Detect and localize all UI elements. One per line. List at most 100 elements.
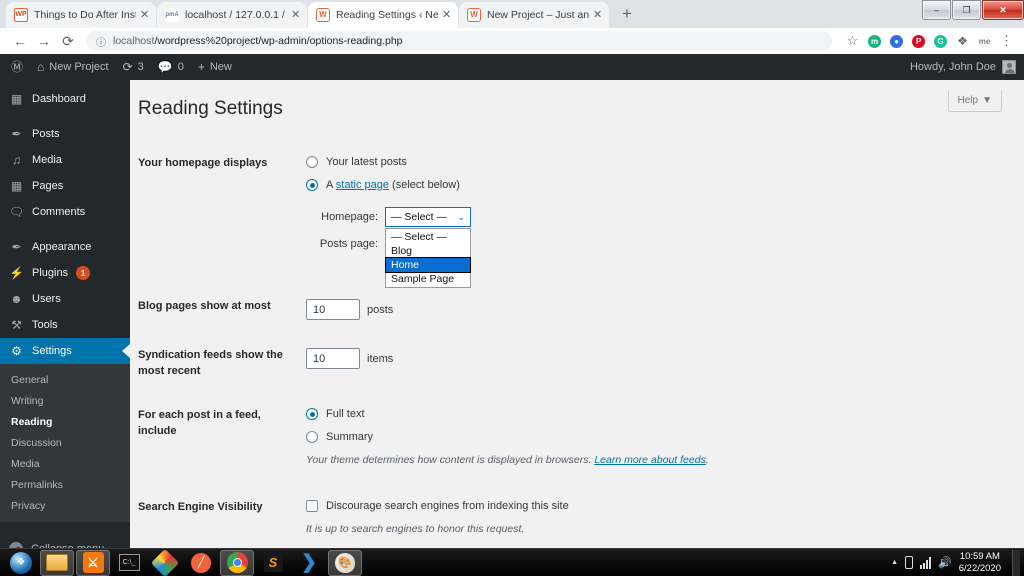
- sidebar-item-pages[interactable]: ▦ Pages: [0, 173, 130, 199]
- chevron-up-icon[interactable]: ▲: [891, 559, 898, 566]
- blog-pages-input[interactable]: 10: [306, 299, 360, 320]
- home-icon: ⌂: [37, 60, 45, 74]
- sidebar-item-dashboard[interactable]: ▦ Dashboard: [0, 86, 130, 112]
- new-tab-button[interactable]: +: [614, 1, 640, 27]
- file-explorer-icon[interactable]: [40, 549, 74, 576]
- close-icon[interactable]: ✕: [593, 10, 603, 21]
- homepage-dropdown-list[interactable]: — Select — Blog Home Sample Page: [385, 228, 471, 288]
- submenu-item-general[interactable]: General: [0, 369, 130, 390]
- sidebar-item-label: Appearance: [32, 241, 92, 253]
- close-button[interactable]: ✕: [982, 0, 1024, 20]
- site-name-menu[interactable]: ⌂ New Project: [30, 54, 116, 80]
- dropdown-option-home[interactable]: Home: [385, 257, 471, 273]
- reload-icon[interactable]: ⟳: [56, 29, 80, 53]
- submenu-item-writing[interactable]: Writing: [0, 390, 130, 411]
- radio-icon-checked[interactable]: [306, 407, 318, 420]
- chrome-menu-icon[interactable]: ⋮: [997, 32, 1016, 51]
- forward-icon[interactable]: →: [32, 29, 56, 53]
- bookmark-star-icon[interactable]: ☆: [843, 32, 862, 51]
- paint-icon[interactable]: 🎨: [328, 549, 362, 576]
- network-signal-icon[interactable]: [920, 556, 932, 569]
- volume-icon[interactable]: 🔊: [938, 556, 952, 569]
- collapse-menu-button[interactable]: ◀ Collapse menu: [0, 536, 130, 548]
- vs-code-icon[interactable]: ❯: [292, 550, 326, 576]
- sidebar-item-plugins[interactable]: ⚡ Plugins 1: [0, 260, 130, 286]
- sidebar-item-comments[interactable]: 🗨 Comments: [0, 199, 130, 225]
- checkbox-discourage-search-engines[interactable]: Discourage search engines from indexing …: [306, 499, 1024, 512]
- dropdown-option-select[interactable]: — Select —: [386, 230, 470, 244]
- taskbar-clock[interactable]: 10:59 AM 6/22/2020: [959, 551, 1001, 575]
- sublime-text-icon[interactable]: S: [256, 550, 290, 576]
- comments-menu[interactable]: 💬 0: [151, 54, 191, 80]
- homepage-select-label: Homepage:: [321, 211, 378, 223]
- row-blog-pages: Blog pages show at most 10 posts: [138, 285, 1024, 334]
- radio-icon[interactable]: [306, 430, 318, 443]
- submenu-item-media[interactable]: Media: [0, 453, 130, 474]
- extension-chat-icon[interactable]: ●: [887, 32, 906, 51]
- site-info-icon[interactable]: ⓘ: [96, 34, 106, 49]
- plus-icon: +: [197, 60, 205, 74]
- browser-tab-3[interactable]: W New Project – Just another Word ✕: [459, 2, 609, 28]
- browser-tab-1[interactable]: pmA localhost / 127.0.0.1 / laravelshop …: [157, 2, 307, 28]
- xampp-icon[interactable]: ⚔: [76, 549, 110, 576]
- syndication-input[interactable]: 10: [306, 348, 360, 369]
- wordpress-icon: W: [316, 8, 330, 22]
- google-chrome-icon[interactable]: [220, 549, 254, 576]
- show-desktop-button[interactable]: [1012, 549, 1020, 576]
- dropdown-option-blog[interactable]: Blog: [386, 244, 470, 258]
- extension-me-icon[interactable]: me: [975, 32, 994, 51]
- menu-separator: [0, 225, 130, 234]
- account-menu[interactable]: Howdy, John Doe: [910, 60, 1024, 74]
- row-search-visibility: Search Engine Visibility Discourage sear…: [138, 486, 1024, 548]
- radio-static-page[interactable]: A static page (select below): [306, 179, 1024, 191]
- browser-tab-0[interactable]: WP Things to Do After Installing Wor ✕: [6, 2, 156, 28]
- maximize-button[interactable]: ❐: [952, 0, 981, 20]
- battery-icon[interactable]: [905, 556, 914, 569]
- radio-full-text[interactable]: Full text: [306, 407, 1024, 420]
- sidebar-item-users[interactable]: ☻ Users: [0, 286, 130, 312]
- help-tab-button[interactable]: Help ▼: [947, 91, 1002, 112]
- radio-icon-checked[interactable]: [306, 179, 318, 191]
- wp-logo-menu[interactable]: Ⓜ: [4, 54, 30, 80]
- checkbox-icon[interactable]: [306, 499, 318, 512]
- updates-menu[interactable]: ⟳ 3: [116, 54, 151, 80]
- colorful-app-icon[interactable]: [148, 548, 182, 576]
- learn-more-feeds-link[interactable]: Learn more about feeds: [594, 454, 706, 466]
- submenu-item-discussion[interactable]: Discussion: [0, 432, 130, 453]
- extension-grammarly-icon[interactable]: G: [931, 32, 950, 51]
- submenu-item-privacy[interactable]: Privacy: [0, 495, 130, 516]
- minimize-button[interactable]: –: [922, 0, 951, 20]
- browser-tab-2-active[interactable]: W Reading Settings ‹ New Project – ✕: [308, 2, 458, 28]
- submenu-item-permalinks[interactable]: Permalinks: [0, 474, 130, 495]
- close-icon[interactable]: ✕: [140, 10, 150, 21]
- submenu-item-reading[interactable]: Reading: [0, 411, 130, 432]
- pinterest-icon[interactable]: P: [909, 32, 928, 51]
- address-bar[interactable]: ⓘ localhost/wordpress%20project/wp-admin…: [86, 31, 832, 51]
- static-page-link[interactable]: static page: [336, 179, 389, 191]
- start-button-icon[interactable]: ❖: [4, 550, 38, 576]
- sidebar-item-settings[interactable]: ⚙ Settings: [0, 338, 130, 364]
- sidebar-item-posts[interactable]: ✒ Posts: [0, 121, 130, 147]
- close-icon[interactable]: ✕: [442, 10, 452, 21]
- back-icon[interactable]: ←: [8, 29, 32, 53]
- extensions-puzzle-icon[interactable]: ❖: [953, 32, 972, 51]
- radio-icon[interactable]: [306, 156, 318, 168]
- dropdown-option-sample-page[interactable]: Sample Page: [386, 272, 470, 286]
- command-prompt-icon[interactable]: C:\_: [112, 550, 146, 576]
- homepage-select[interactable]: — Select — ⌄: [385, 207, 471, 227]
- search-visibility-description: It is up to search engines to honor this…: [306, 522, 525, 535]
- sidebar-item-tools[interactable]: ⚒ Tools: [0, 312, 130, 338]
- radio-summary[interactable]: Summary: [306, 430, 1024, 443]
- wordpress-logo-icon: Ⓜ: [11, 60, 24, 74]
- opera-icon[interactable]: ╱: [184, 550, 218, 576]
- extension-m-icon[interactable]: m: [865, 32, 884, 51]
- discourage-label: Discourage search engines from indexing …: [326, 499, 569, 512]
- browser-toolbar: ← → ⟳ ⓘ localhost/wordpress%20project/wp…: [0, 28, 1024, 54]
- close-icon[interactable]: ✕: [291, 10, 301, 21]
- sidebar-item-media[interactable]: ♫ Media: [0, 147, 130, 173]
- sidebar-item-label: Posts: [32, 128, 60, 140]
- label-feed-include: For each post in a feed, include: [138, 408, 261, 437]
- sidebar-item-appearance[interactable]: ✒ Appearance: [0, 234, 130, 260]
- radio-latest-posts[interactable]: Your latest posts: [306, 156, 1024, 168]
- new-content-menu[interactable]: + New: [191, 54, 239, 80]
